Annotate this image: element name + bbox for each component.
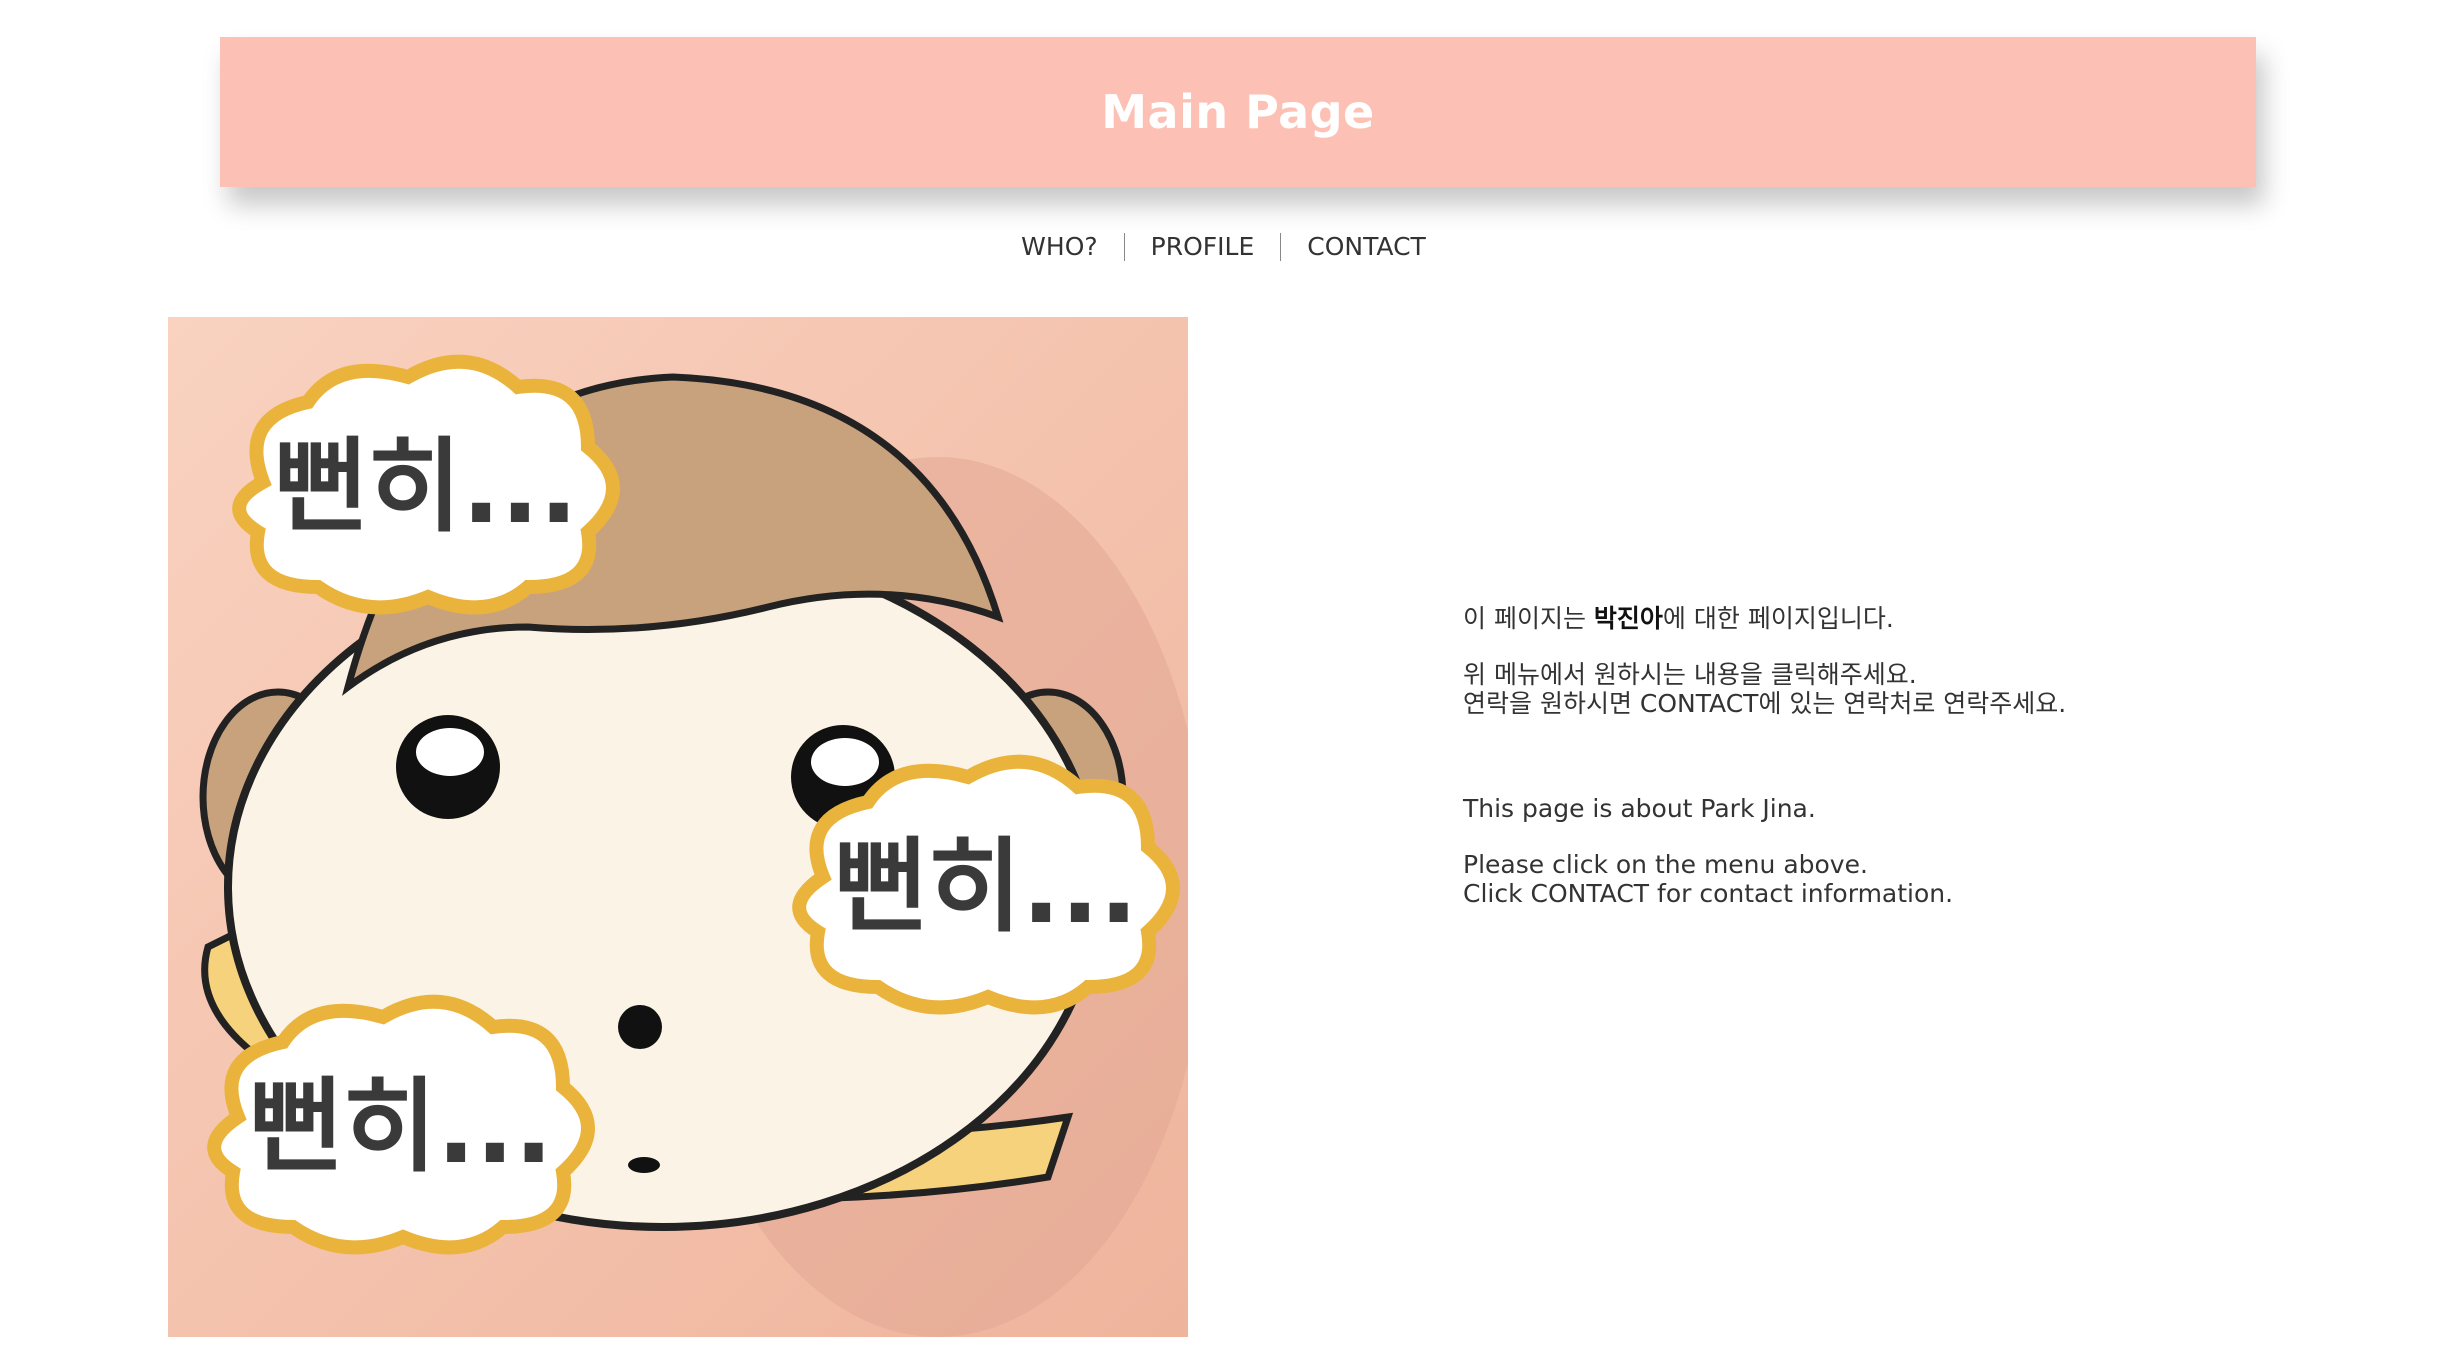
intro-ko-line3: 연락을 원하시면 CONTACT에 있는 연락처로 연락주세요.: [1463, 689, 2067, 718]
intro-ko-line1: 이 페이지는 박진아에 대한 페이지입니다.: [1463, 604, 2363, 633]
intro-ko-prefix: 이 페이지는: [1463, 604, 1594, 633]
page-header: Main Page: [220, 37, 2256, 187]
speech-bubble: 뻔히...: [792, 754, 1180, 1015]
nav-item-profile[interactable]: PROFILE: [1151, 232, 1255, 261]
nav-divider: [1123, 232, 1125, 261]
nav-item-who[interactable]: WHO?: [1021, 232, 1097, 261]
intro-ko-line2: 위 메뉴에서 원하시는 내용을 클릭해주세요.: [1463, 660, 1917, 689]
speech-bubble: 뻔히...: [207, 994, 595, 1255]
bubble-text: 뻔히...: [834, 828, 1138, 947]
nav-divider: [1280, 232, 1282, 261]
page-title: Main Page: [1101, 85, 1375, 139]
main-nav: WHO? PROFILE CONTACT: [0, 232, 2447, 261]
bubble-text: 뻔히...: [274, 428, 578, 547]
intro-en-line1: This page is about Park Jina.: [1463, 794, 1816, 823]
owner-name: 박진아: [1593, 604, 1663, 633]
profile-illustration: 뻔히... 뻔히... 뻔히...: [168, 317, 1188, 1337]
intro-text: 이 페이지는 박진아에 대한 페이지입니다. 위 메뉴에서 원하시는 내용을 클…: [1463, 604, 2363, 908]
speech-bubble: 뻔히...: [232, 354, 620, 615]
bubble-text: 뻔히...: [249, 1068, 553, 1187]
nav-item-contact[interactable]: CONTACT: [1307, 232, 1426, 261]
intro-en-line2: Please click on the menu above.: [1463, 850, 1868, 879]
intro-ko-suffix: 에 대한 페이지입니다.: [1662, 604, 1894, 633]
intro-en-line3: Click CONTACT for contact information.: [1463, 879, 1954, 908]
